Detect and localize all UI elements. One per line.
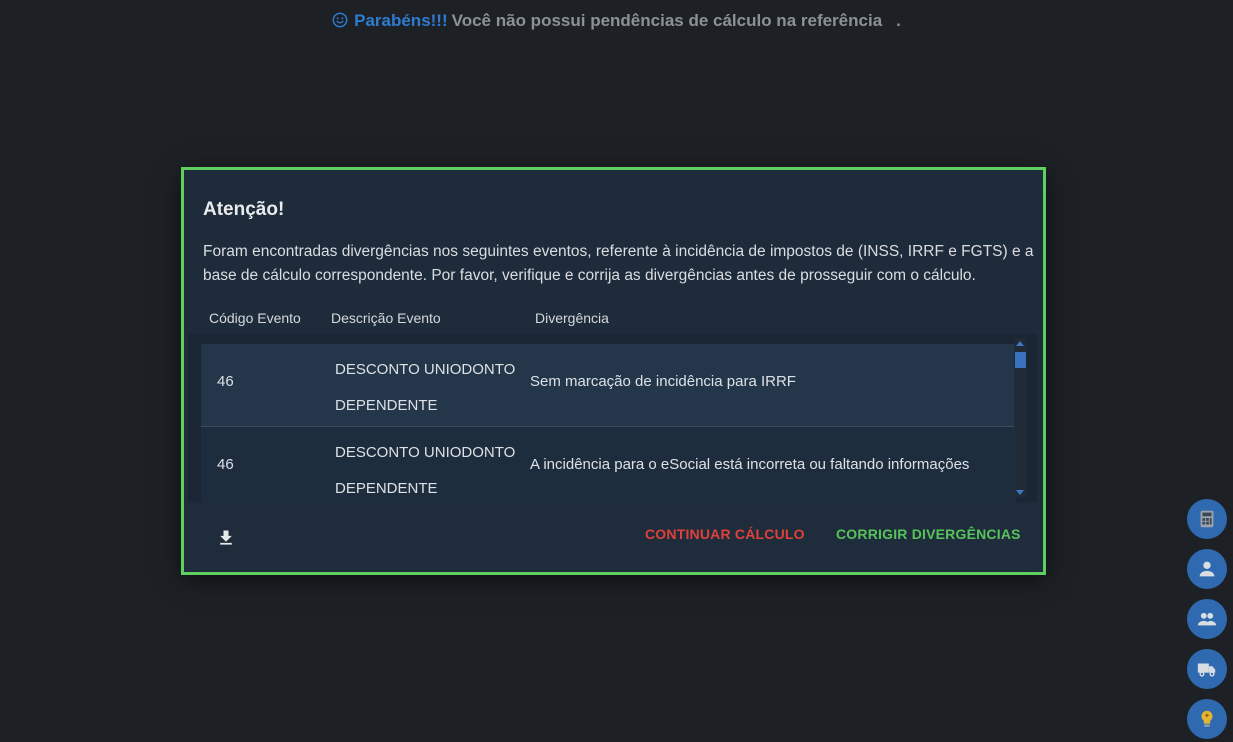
scroll-down-arrow-icon[interactable] [1016,490,1024,495]
table-row[interactable]: 46 DESCONTO UNIODONTO DEPENDENTE Sem mar… [201,344,1016,427]
banner-message: Você não possui pendências de cálculo na… [451,11,883,30]
divergence-dialog: Atenção! Foram encontradas divergências … [181,167,1046,575]
truck-icon [1197,663,1216,677]
person-icon [1199,561,1215,577]
scroll-thumb[interactable] [1015,352,1026,368]
people-icon [1197,612,1217,626]
smile-icon [332,12,348,28]
column-header-code: Código Evento [209,310,301,326]
cell-code: 46 [217,373,234,390]
download-icon[interactable] [216,528,236,548]
continue-calculation-button[interactable]: CONTINUAR CÁLCULO [645,526,805,542]
table-body[interactable]: 46 DESCONTO UNIODONTO DEPENDENTE Sem mar… [188,334,1037,502]
column-header-description: Descrição Evento [331,310,441,326]
cell-divergence: Sem marcação de incidência para IRRF [530,373,796,390]
banner-trailing: . [896,11,901,30]
column-header-divergence: Divergência [535,310,609,326]
cell-description: DESCONTO UNIODONTO DEPENDENTE [335,361,516,414]
lightbulb-icon [1201,710,1213,727]
dialog-footer: CONTINUAR CÁLCULO CORRIGIR DIVERGÊNCIAS [188,504,1037,568]
scroll-up-arrow-icon[interactable] [1016,341,1024,346]
banner-congrats: Parabéns!!! [354,11,448,30]
cell-description: DESCONTO UNIODONTO DEPENDENTE [335,444,516,497]
table-scrollbar[interactable] [1014,338,1026,498]
side-button-person[interactable] [1187,549,1227,589]
success-banner: Parabéns!!! Você não possui pendências de… [0,11,1233,31]
side-button-people[interactable] [1187,599,1227,639]
dialog-content: Atenção! Foram encontradas divergências … [188,174,1039,568]
fix-divergences-button[interactable]: CORRIGIR DIVERGÊNCIAS [836,526,1021,542]
cell-code: 46 [217,456,234,473]
side-button-truck[interactable] [1187,649,1227,689]
dialog-message: Foram encontradas divergências nos segui… [203,243,1034,284]
dialog-title: Atenção! [203,199,285,220]
calculator-icon [1200,510,1214,528]
side-button-lightbulb[interactable] [1187,699,1227,739]
table-header: Código Evento Descrição Evento Divergênc… [188,304,1037,334]
side-button-calculator[interactable] [1187,499,1227,539]
cell-divergence: A incidência para o eSocial está incorre… [530,456,970,473]
table-row[interactable]: 46 DESCONTO UNIODONTO DEPENDENTE A incid… [201,427,1016,502]
